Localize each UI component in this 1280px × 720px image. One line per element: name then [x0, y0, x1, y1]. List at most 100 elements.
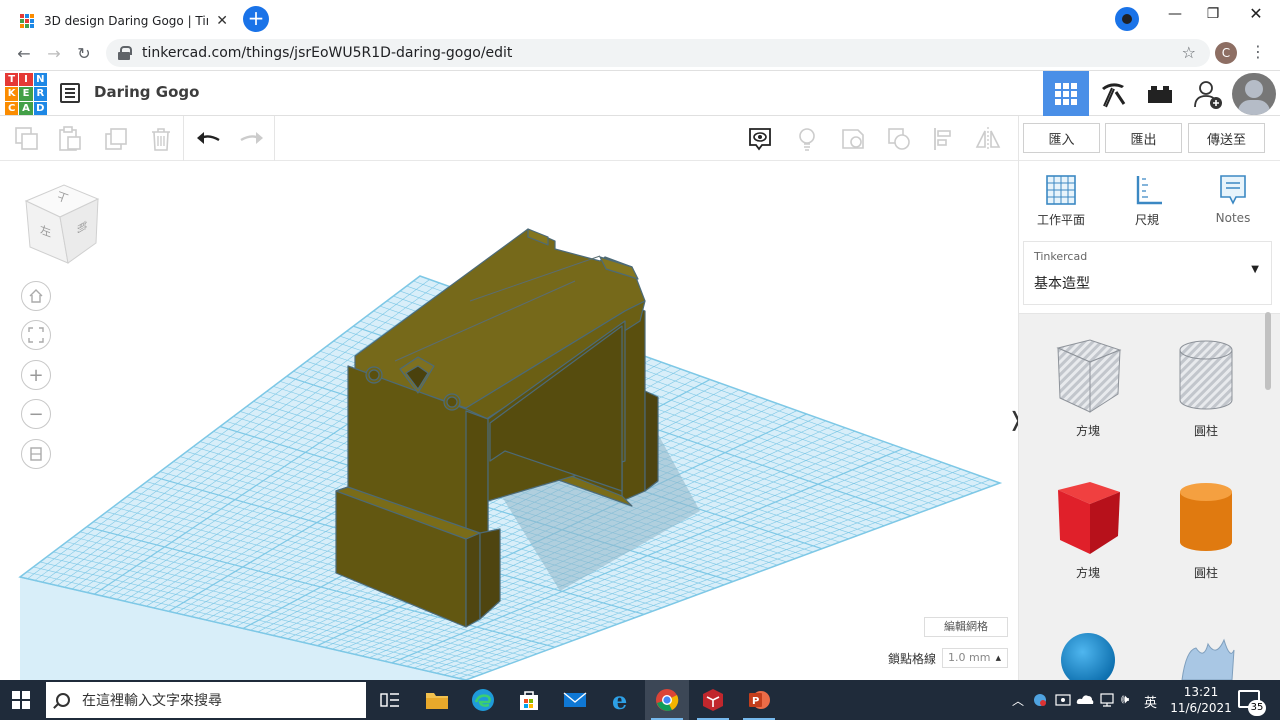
extension-icon[interactable]: [1115, 7, 1139, 31]
tray-app-icon[interactable]: [1032, 692, 1048, 711]
ruler-tool-button[interactable]: 尺規: [1117, 173, 1177, 228]
browser-menu-icon[interactable]: ⋮: [1250, 42, 1266, 61]
close-window-button[interactable]: ✕: [1241, 4, 1271, 24]
3d-design-view-button[interactable]: [1043, 71, 1089, 117]
shape-cylinder[interactable]: 圓柱: [1161, 478, 1251, 581]
mirror-button[interactable]: [973, 124, 1003, 154]
snap-grid-label: 鎖點格線: [888, 652, 937, 666]
view-cube[interactable]: 上 左 前: [20, 181, 102, 267]
ime-indicator[interactable]: 英: [1144, 692, 1157, 711]
logo-tile: A: [19, 101, 33, 115]
redo-button[interactable]: [237, 124, 267, 154]
group-button[interactable]: [838, 124, 868, 154]
edge-icon: [472, 689, 494, 711]
logo-tile: E: [19, 87, 33, 101]
new-tab-button[interactable]: +: [243, 6, 269, 32]
shape-library-select[interactable]: Tinkercad 基本造型 ▼: [1023, 241, 1272, 305]
collapse-panel-icon[interactable]: ❭: [1006, 407, 1018, 435]
design-title[interactable]: Daring Gogo: [94, 83, 199, 101]
show-hidden-icons[interactable]: ︿: [1012, 692, 1024, 709]
tinkercad-logo[interactable]: TINKERCAD: [5, 73, 47, 115]
shape-scribble[interactable]: [1161, 630, 1251, 680]
snap-grid-select[interactable]: 1.0 mm: [942, 648, 1008, 668]
notes-tool-button[interactable]: Notes: [1203, 173, 1263, 225]
meet-now-icon[interactable]: [1055, 692, 1071, 711]
ruler-tool-label: 尺規: [1134, 213, 1159, 227]
ortho-view-button[interactable]: [21, 439, 51, 469]
start-button[interactable]: [12, 691, 30, 709]
export-button[interactable]: 匯出: [1105, 123, 1182, 153]
taskbar-chrome[interactable]: [645, 680, 689, 720]
import-button[interactable]: 匯入: [1023, 123, 1100, 153]
undo-icon: [197, 132, 220, 144]
user-avatar[interactable]: [1232, 73, 1276, 115]
minimize-button[interactable]: —: [1160, 4, 1190, 24]
address-bar[interactable]: tinkercad.com/things/jsrEoWU5R1D-daring-…: [106, 39, 1210, 67]
back-button[interactable]: ←: [12, 42, 36, 66]
clock-date: 11/6/2021: [1170, 701, 1232, 715]
taskbar-edge[interactable]: [461, 680, 505, 720]
undo-button[interactable]: [193, 124, 223, 154]
powerpoint-icon: P: [749, 691, 770, 709]
fit-view-button[interactable]: [21, 320, 51, 350]
shape-sphere[interactable]: [1043, 630, 1133, 680]
edit-toolbar: 匯入 匯出 傳送至: [0, 116, 1280, 161]
design-menu-icon[interactable]: [60, 83, 80, 103]
search-placeholder: 在這裡輸入文字來搜尋: [82, 693, 222, 709]
store-icon: [520, 691, 538, 710]
shape-cylinder-hole[interactable]: 圓柱: [1161, 336, 1251, 439]
taskbar-powerpoint[interactable]: P: [737, 680, 781, 720]
notes-toggle-button[interactable]: [745, 124, 775, 154]
taskbar-mail[interactable]: [553, 680, 597, 720]
box-hole-icon: [1056, 339, 1122, 413]
restore-button[interactable]: ❐: [1198, 4, 1228, 24]
reload-button[interactable]: ↻: [72, 42, 96, 66]
workplane-tool-button[interactable]: 工作平面: [1031, 173, 1091, 228]
library-category: 基本造型: [1034, 276, 1090, 292]
network-icon[interactable]: [1099, 692, 1115, 711]
delete-button[interactable]: [146, 124, 176, 154]
taskbar-internet-explorer[interactable]: e: [599, 680, 643, 720]
edit-grid-button[interactable]: 編輯網格: [924, 617, 1008, 637]
align-button[interactable]: [929, 124, 959, 154]
copy-button[interactable]: [12, 124, 42, 154]
windows-taskbar: 在這裡輸入文字來搜尋 e P ︿ 🕪 英 13:21 11/6/2021 35: [0, 680, 1280, 720]
tab-close-icon[interactable]: ✕: [216, 13, 228, 29]
shapes-grid: 方塊 圓柱 方塊 圓柱: [1019, 313, 1280, 680]
home-view-button[interactable]: [21, 281, 51, 311]
pickaxe-icon: [1102, 83, 1126, 108]
volume-icon[interactable]: 🕪: [1121, 692, 1129, 707]
3d-viewport[interactable]: 上 左 前 + − 編輯網格 鎖點格線 1.0 mm ❭: [0, 161, 1018, 680]
search-icon: [56, 693, 70, 707]
duplicate-button[interactable]: [102, 124, 132, 154]
send-to-button[interactable]: 傳送至: [1188, 123, 1265, 153]
blocks-view-button[interactable]: [1090, 71, 1136, 117]
taskbar-file-explorer[interactable]: [415, 680, 459, 720]
profile-avatar[interactable]: C: [1215, 42, 1237, 64]
shape-box[interactable]: 方塊: [1043, 478, 1133, 581]
taskbar-search[interactable]: 在這裡輸入文字來搜尋: [46, 682, 366, 718]
taskbar-sketchup[interactable]: [691, 680, 735, 720]
system-clock[interactable]: 13:21 11/6/2021: [1166, 684, 1236, 716]
bricks-view-button[interactable]: [1137, 71, 1183, 117]
forward-button[interactable]: →: [42, 42, 66, 66]
workplane-icon: [1046, 175, 1076, 205]
bookmark-star-icon[interactable]: ☆: [1182, 43, 1196, 62]
shape-box-hole[interactable]: 方塊: [1043, 336, 1133, 439]
onedrive-icon[interactable]: [1076, 692, 1094, 709]
zoom-in-button[interactable]: +: [21, 360, 51, 390]
zoom-out-button[interactable]: −: [21, 399, 51, 429]
task-view-button[interactable]: [368, 680, 412, 720]
box-icon: [1058, 482, 1120, 554]
hint-button[interactable]: [792, 124, 822, 154]
invite-user-button[interactable]: [1185, 71, 1231, 117]
notes-tool-label: Notes: [1215, 211, 1251, 225]
trash-icon: [152, 128, 170, 151]
shape-label: 方塊: [1075, 424, 1100, 438]
panel-scrollbar[interactable]: [1265, 312, 1271, 390]
paste-button[interactable]: [55, 124, 85, 154]
redo-icon: [240, 132, 263, 144]
browser-tab[interactable]: 3D design Daring Gogo | Tinkercad ✕: [10, 4, 238, 38]
taskbar-store[interactable]: [507, 680, 551, 720]
ungroup-button[interactable]: [884, 124, 914, 154]
